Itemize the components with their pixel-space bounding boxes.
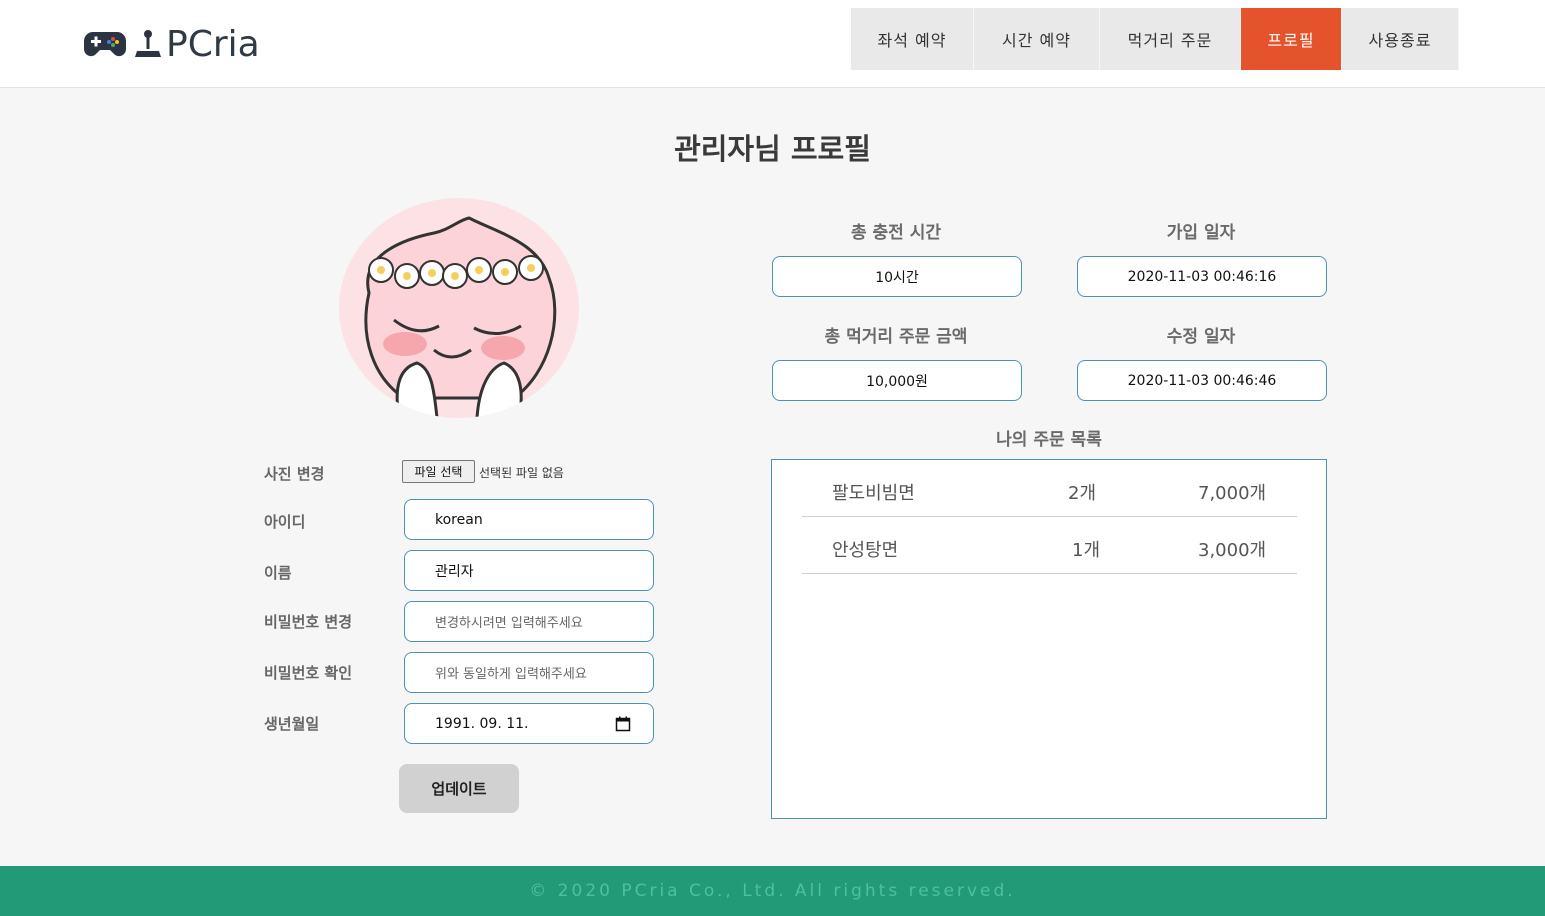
orders-title: 나의 주문 목록 <box>996 430 1102 450</box>
id-field[interactable]: korean <box>404 499 654 540</box>
food-total-value: 10,000원 <box>772 360 1022 401</box>
food-total-label: 총 먹거리 주문 금액 <box>824 327 968 347</box>
file-status: 선택된 파일 없음 <box>479 466 564 480</box>
logo[interactable]: PCria <box>82 22 260 66</box>
id-label: 아이디 <box>264 513 306 531</box>
join-date-value: 2020-11-03 00:46:16 <box>1077 256 1327 297</box>
joystick-icon <box>134 27 162 61</box>
photo-label: 사진 변경 <box>264 465 325 483</box>
footer: © 2020 PCria Co., Ltd. All rights reserv… <box>0 866 1545 916</box>
gamepad-icon <box>82 27 128 61</box>
main-nav: 좌석 예약 시간 예약 먹거리 주문 프로필 사용종료 <box>851 8 1459 70</box>
nav-logout[interactable]: 사용종료 <box>1342 8 1459 70</box>
header: PCria 좌석 예약 시간 예약 먹거리 주문 프로필 사용종료 <box>0 0 1545 88</box>
password-confirm-label: 비밀번호 확인 <box>264 664 353 682</box>
birth-date-field[interactable]: 1991. 09. 11. <box>404 703 654 744</box>
order-item-price: 3,000개 <box>1198 540 1267 561</box>
charge-time-label: 총 충전 시간 <box>850 223 942 243</box>
footer-copyright: © 2020 PCria Co., Ltd. All rights reserv… <box>529 881 1016 901</box>
birth-date-value: 1991. 09. 11. <box>435 715 529 732</box>
modified-date-label: 수정 일자 <box>1166 327 1236 347</box>
profile-avatar <box>339 198 579 418</box>
password-label: 비밀번호 변경 <box>264 613 353 631</box>
nav-time-reservation[interactable]: 시간 예약 <box>974 8 1100 70</box>
order-item-price: 7,000개 <box>1198 483 1267 504</box>
charge-time-value: 10시간 <box>772 256 1022 297</box>
list-item: 안성탕면 1개 3,000개 <box>802 517 1297 574</box>
page-title: 관리자님 프로필 <box>674 132 871 166</box>
order-item-name: 팔도비빔면 <box>832 483 915 504</box>
nav-seat-reservation[interactable]: 좌석 예약 <box>851 8 974 70</box>
nav-profile[interactable]: 프로필 <box>1241 8 1342 70</box>
order-item-name: 안성탕면 <box>832 540 899 561</box>
file-select-button[interactable]: 파일 선택 <box>402 460 475 483</box>
list-item: 팔도비빔면 2개 7,000개 <box>802 460 1297 517</box>
join-date-label: 가입 일자 <box>1166 223 1236 243</box>
calendar-icon[interactable] <box>615 716 631 732</box>
name-field[interactable]: 관리자 <box>404 550 654 591</box>
birth-label: 생년월일 <box>264 715 320 733</box>
name-label: 이름 <box>264 564 292 582</box>
modified-date-value: 2020-11-03 00:46:46 <box>1077 360 1327 401</box>
password-confirm-field[interactable]: 위와 동일하게 입력해주세요 <box>404 652 654 693</box>
order-item-qty: 2개 <box>1068 483 1097 504</box>
update-button[interactable]: 업데이트 <box>399 764 519 813</box>
orders-list: 팔도비빔면 2개 7,000개 안성탕면 1개 3,000개 <box>771 459 1327 819</box>
order-item-qty: 1개 <box>1072 540 1101 561</box>
password-field[interactable]: 변경하시려면 입력해주세요 <box>404 601 654 642</box>
brand-name: PCria <box>166 23 260 65</box>
nav-food-order[interactable]: 먹거리 주문 <box>1100 8 1241 70</box>
